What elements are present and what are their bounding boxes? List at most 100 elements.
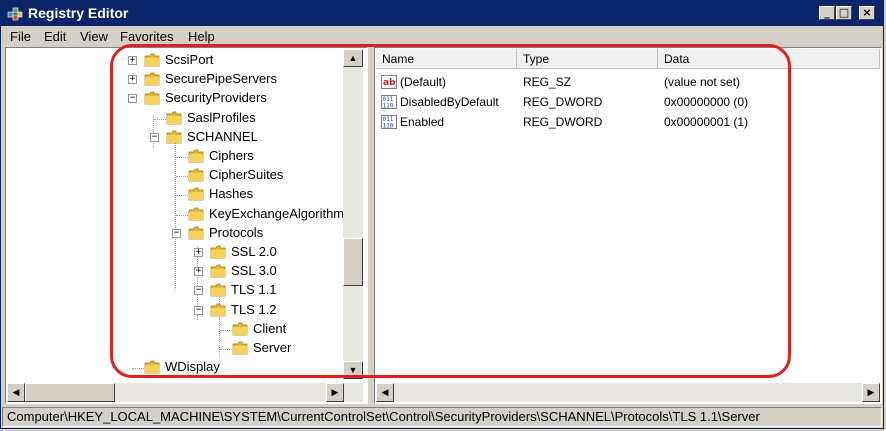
folder-icon [210, 303, 226, 316]
value-row[interactable]: 011 110 Enabled REG_DWORD 0x00000001 (1) [376, 113, 876, 132]
value-type: REG_DWORD [523, 95, 603, 109]
value-row[interactable]: ab (Default) REG_SZ (value not set) [376, 73, 876, 92]
value-type: REG_DWORD [523, 115, 603, 129]
list-scroll-left-button[interactable]: ◀ [376, 383, 394, 402]
tree-node[interactable]: CipherSuites [0, 166, 340, 185]
tree-node[interactable]: Hashes [0, 185, 340, 204]
folder-icon [188, 188, 204, 201]
string-value-icon: ab [381, 75, 397, 89]
tree-node[interactable]: Server [0, 339, 340, 358]
expander-toggle[interactable]: + [128, 75, 137, 85]
folder-icon [210, 245, 226, 259]
folder-icon [188, 207, 204, 220]
value-data: 0x00000000 (0) [664, 95, 749, 109]
window-title: Registry Editor [28, 5, 129, 21]
folder-icon [188, 168, 204, 182]
value-row[interactable]: 011 110 DisabledByDefault REG_DWORD 0x000000… [376, 93, 876, 112]
scroll-left-button[interactable]: ◀ [7, 383, 25, 402]
folder-icon [210, 264, 226, 278]
tree-node[interactable]: Client [0, 320, 340, 339]
expander-toggle[interactable]: − [150, 132, 159, 142]
folder-icon [188, 226, 204, 240]
expander-toggle[interactable]: + [128, 56, 137, 65]
tree-node[interactable]: + SSL 2.0 [0, 243, 340, 262]
scroll-down-button[interactable]: ▼ [343, 361, 363, 379]
folder-icon [232, 322, 248, 336]
menu-favorites[interactable]: Favorites [120, 29, 173, 44]
tree-node[interactable]: − Protocols [0, 224, 340, 243]
maximize-button[interactable]: □ [836, 6, 852, 20]
menu-edit[interactable]: Edit [44, 29, 66, 44]
tree-node-label: SecurePipeServers [165, 71, 277, 87]
folder-icon [188, 149, 204, 163]
list-scroll-right-button[interactable]: ▶ [862, 383, 880, 402]
tree-node-label: Protocols [209, 224, 264, 240]
list-horizontal-scrollbar[interactable] [376, 383, 880, 402]
expander-toggle[interactable]: − [128, 94, 137, 104]
value-data: 0x00000001 (1) [664, 115, 749, 129]
tree-node-label: SCHANNEL [187, 128, 258, 144]
tree-node[interactable]: KeyExchangeAlgorithm [0, 205, 344, 224]
tree-node-label: Server [253, 340, 292, 355]
svg-text:110: 110 [383, 123, 394, 130]
column-header-name[interactable]: Name [376, 49, 517, 69]
folder-icon [144, 92, 160, 105]
title-bar[interactable]: Registry Editor _ □ × [1, 1, 883, 26]
tree-node-label: ScsiPort [165, 52, 214, 67]
tree-node[interactable]: + SSL 3.0 [0, 262, 340, 281]
column-header-data[interactable]: Data [658, 49, 880, 69]
expander-toggle[interactable]: + [194, 267, 203, 277]
scroll-right-button[interactable]: ▶ [326, 383, 344, 402]
dword-value-icon: 011110 [381, 95, 397, 109]
menu-bar: File Edit View Favorites Help [1, 27, 883, 47]
folder-icon [166, 130, 182, 144]
minimize-button[interactable]: _ [819, 6, 835, 20]
folder-icon [144, 53, 160, 67]
registry-editor-icon [7, 7, 23, 21]
svg-text:ab: ab [383, 78, 396, 88]
folder-icon [144, 72, 160, 86]
tree-node[interactable]: SaslProfiles [0, 109, 340, 128]
close-button[interactable]: × [859, 6, 875, 20]
value-name: Enabled [400, 115, 445, 129]
value-name: (Default) [400, 75, 447, 89]
tree-node-label: KeyExchangeAlgorithm [209, 205, 345, 221]
tree-node-label: CipherSuites [209, 167, 284, 183]
value-data: (value not set) [664, 75, 741, 89]
menu-view[interactable]: View [80, 29, 108, 44]
expander-toggle[interactable]: − [194, 305, 203, 315]
expander-toggle[interactable]: − [194, 286, 203, 296]
dword-value-icon: 011110 [381, 115, 397, 129]
tree-node-label: TLS 1.2 [231, 301, 277, 317]
tree-node-label: SSL 2.0 [231, 244, 277, 259]
value-name: DisabledByDefault [400, 95, 499, 109]
menu-file[interactable]: File [10, 29, 31, 44]
tree-node[interactable]: − TLS 1.1 [0, 281, 340, 300]
tree-node[interactable]: Ciphers [0, 147, 340, 166]
tree-node[interactable]: − TLS 1.2 [0, 301, 340, 320]
tree-node[interactable]: WDisplay [0, 358, 340, 377]
menu-help[interactable]: Help [188, 29, 215, 44]
expander-toggle[interactable]: − [172, 228, 181, 238]
tree-node[interactable]: + ScsiPort [0, 51, 340, 70]
tree-scroll-thumb[interactable] [343, 238, 363, 286]
tree-node-label: SSL 3.0 [231, 263, 277, 279]
tree-node[interactable]: + SecurePipeServers [0, 70, 340, 89]
folder-icon [144, 360, 160, 374]
tree-node-label: TLS 1.1 [231, 282, 277, 298]
value-type: REG_SZ [523, 75, 572, 89]
tree-node-label: SaslProfiles [187, 109, 256, 125]
tree-vertical-scrollbar[interactable] [343, 49, 363, 379]
tree-node-label: WDisplay [165, 359, 220, 375]
tree-node[interactable]: − SecurityProviders [0, 89, 340, 108]
scroll-up-button[interactable]: ▲ [343, 49, 363, 67]
column-header-type[interactable]: Type [517, 49, 658, 69]
status-bar-path: Computer\HKEY_LOCAL_MACHINE\SYSTEM\Curre… [2, 407, 882, 427]
tree-node[interactable]: − SCHANNEL [0, 128, 340, 147]
folder-icon [210, 284, 226, 297]
folder-icon [232, 341, 248, 355]
tree-hscroll-thumb[interactable] [25, 383, 115, 402]
tree-node-label: Hashes [209, 186, 254, 202]
folder-icon [166, 111, 182, 124]
expander-toggle[interactable]: + [194, 248, 203, 257]
